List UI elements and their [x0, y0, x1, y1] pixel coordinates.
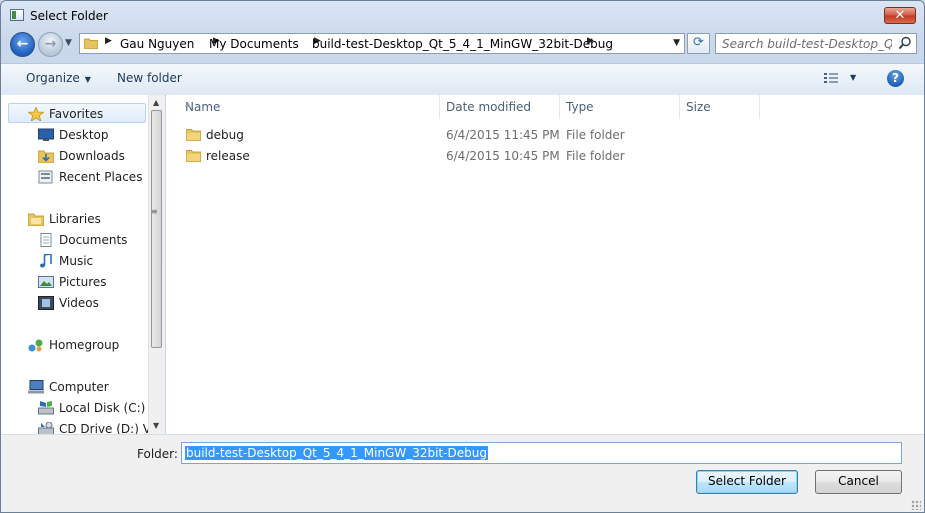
videos-icon [38, 296, 54, 310]
chevron-down-icon: ▼ [84, 75, 91, 84]
column-label: Type [566, 100, 594, 114]
nav-label: Homegroup [49, 338, 120, 352]
scrollbar-grip-icon: ≡ [151, 207, 158, 216]
nav-label: Local Disk (C:) [59, 401, 146, 415]
select-folder-dialog: Select Folder ✕ ← → ▼ ▶ Gau Nguyen ▶ My … [0, 0, 925, 513]
nav-item-favorites[interactable]: Favorites [8, 103, 146, 123]
address-dropdown-icon[interactable]: ▼ [673, 38, 680, 48]
sort-ascending-icon: ▲ [185, 100, 191, 108]
file-name: release [206, 149, 250, 163]
downloads-icon [38, 150, 54, 163]
star-icon [28, 107, 44, 121]
file-date: 6/4/2015 11:45 PM [446, 128, 560, 142]
list-item[interactable]: debug 6/4/2015 11:45 PM File folder [182, 125, 782, 145]
close-icon: ✕ [894, 8, 906, 23]
view-icon[interactable] [824, 72, 838, 84]
column-header-type[interactable]: Type [566, 95, 680, 119]
column-divider[interactable] [439, 95, 440, 119]
file-date: 6/4/2015 10:45 PM [446, 149, 560, 163]
navigation-scrollbar[interactable]: ▲ ≡ ▼ [148, 95, 165, 434]
forward-icon: → [44, 36, 57, 52]
column-header-date[interactable]: Date modified [446, 95, 560, 119]
file-type: File folder [566, 149, 625, 163]
address-bar[interactable]: ▶ Gau Nguyen ▶ My Documents ▶ build-test… [79, 33, 685, 54]
column-divider[interactable] [759, 95, 760, 119]
breadcrumb-item[interactable]: Gau Nguyen [120, 37, 194, 51]
help-icon[interactable]: ? [887, 70, 904, 87]
organize-label: Organize [26, 71, 80, 85]
nav-label: Favorites [49, 107, 104, 121]
folder-name-value[interactable]: build-test-Desktop_Qt_5_4_1_MinGW_32bit-… [185, 446, 488, 460]
file-list: Name ▲ Date modified Type Size debug 6/4/… [166, 95, 924, 434]
homegroup-icon [28, 339, 43, 352]
folder-icon [186, 150, 201, 162]
close-button[interactable]: ✕ [884, 7, 916, 24]
refresh-icon: ⟳ [693, 35, 704, 50]
view-options-dropdown[interactable]: ▼ [850, 73, 856, 82]
column-header-size[interactable]: Size [686, 95, 760, 119]
nav-label: Pictures [59, 275, 107, 289]
nav-label: Libraries [49, 212, 101, 226]
disk-icon [38, 401, 54, 415]
recent-places-icon [38, 170, 53, 184]
documents-icon [40, 233, 52, 247]
refresh-button[interactable]: ⟳ [687, 33, 710, 54]
column-divider[interactable] [559, 95, 560, 119]
desktop-icon [38, 128, 54, 141]
resize-grip[interactable] [911, 500, 921, 510]
breadcrumb-item[interactable]: My Documents [209, 37, 299, 51]
new-folder-button[interactable]: New folder [117, 71, 182, 85]
column-label: Size [686, 100, 711, 114]
title-bar[interactable]: Select Folder ✕ [1, 1, 924, 31]
cancel-button[interactable]: Cancel [815, 470, 902, 494]
folder-icon [84, 38, 98, 49]
scrollbar-thumb[interactable] [151, 110, 162, 348]
column-divider[interactable] [679, 95, 680, 119]
search-input[interactable] [722, 36, 892, 51]
libraries-icon [28, 213, 44, 226]
scroll-up-icon[interactable]: ▲ [153, 98, 159, 107]
navigation-pane: Favorites Desktop Downloads Recent Place… [1, 95, 165, 434]
folder-name-field[interactable]: build-test-Desktop_Qt_5_4_1_MinGW_32bit-… [181, 442, 902, 464]
command-toolbar: Organize ▼ New folder ▼ ? [1, 63, 924, 96]
scroll-down-icon[interactable]: ▼ [153, 421, 159, 430]
nav-label: Videos [59, 296, 99, 310]
breadcrumb-item[interactable]: build-test-Desktop_Qt_5_4_1_MinGW_32bit-… [312, 37, 613, 51]
search-icon[interactable] [898, 36, 912, 50]
folder-icon [186, 129, 201, 141]
select-folder-button[interactable]: Select Folder [696, 470, 798, 494]
organize-button[interactable]: Organize ▼ [26, 71, 91, 85]
window-icon [10, 9, 24, 21]
file-name: debug [206, 128, 244, 142]
nav-label: Downloads [59, 149, 125, 163]
file-type: File folder [566, 128, 625, 142]
nav-label: Computer [49, 380, 109, 394]
folder-label: Folder: [137, 447, 178, 461]
nav-label: Desktop [59, 128, 109, 142]
list-item[interactable]: release 6/4/2015 10:45 PM File folder [182, 146, 782, 166]
computer-icon [28, 380, 44, 394]
recent-locations-dropdown[interactable]: ▼ [65, 38, 75, 48]
pictures-icon [38, 276, 54, 288]
cd-drive-icon [38, 422, 54, 434]
window-title: Select Folder [30, 9, 108, 23]
nav-label: Music [59, 254, 94, 268]
column-label: Date modified [446, 100, 532, 114]
back-button[interactable]: ← [10, 32, 35, 57]
nav-label: Recent Places [59, 170, 143, 184]
music-icon [40, 254, 52, 268]
column-header-name[interactable]: Name ▲ [185, 95, 439, 119]
breadcrumb-separator[interactable]: ▶ [105, 36, 112, 46]
back-icon: ← [16, 36, 29, 52]
search-box[interactable] [715, 33, 917, 54]
breadcrumb-separator[interactable]: ▶ [587, 36, 594, 46]
nav-label: Documents [59, 233, 128, 247]
dialog-footer: Folder: build-test-Desktop_Qt_5_4_1_MinG… [1, 434, 924, 512]
forward-button[interactable]: → [38, 32, 63, 57]
